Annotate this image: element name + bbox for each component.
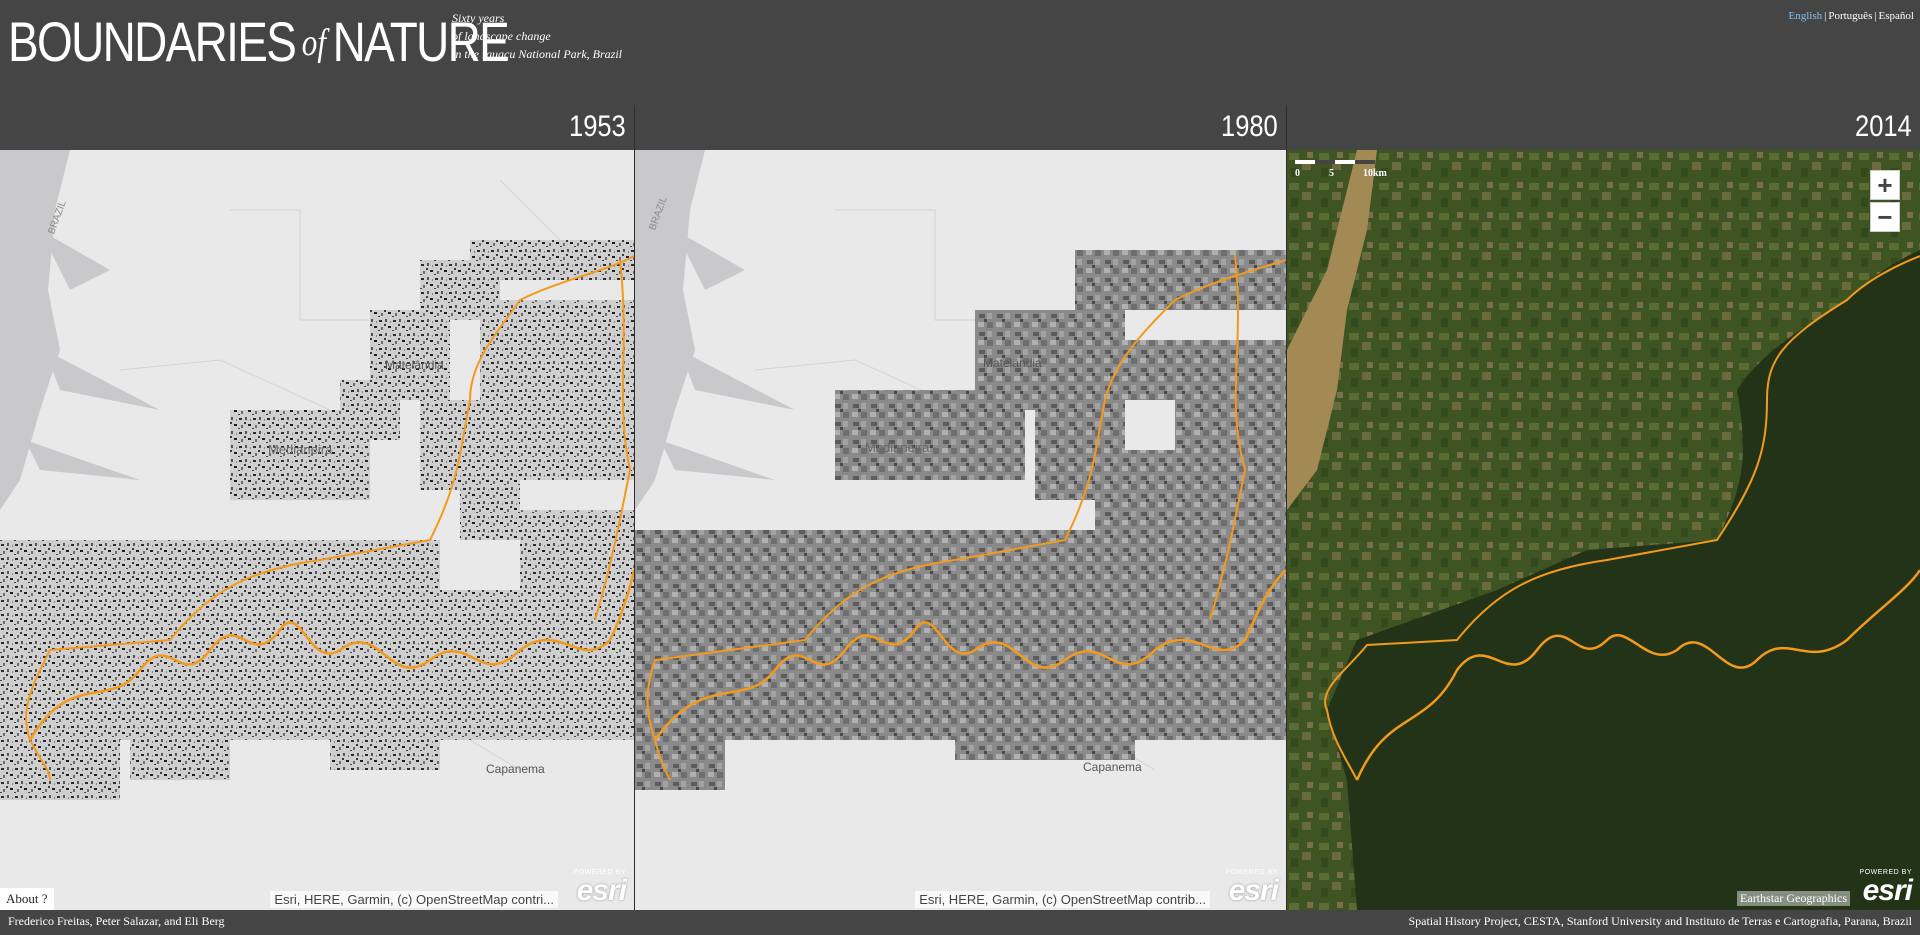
footer-credits: Spatial History Project, CESTA, Stanford… [1408,914,1912,928]
map-canvas-2014[interactable] [1287,150,1920,910]
year-header-1980: 1980 [635,105,1286,150]
esri-name: esri [576,874,627,907]
language-switcher: English | Português | Español [1789,10,1914,22]
language-separator: | [1824,10,1827,22]
esri-logo[interactable]: POWERED BY esri [574,869,627,907]
map-attribution: Esri, HERE, Garmin, (c) OpenStreetMap co… [915,891,1210,908]
scale-label: 10km [1363,168,1387,179]
scale-label: 0 [1295,168,1300,179]
map-canvas-1980[interactable] [635,150,1286,910]
year-label: 1953 [569,110,626,143]
language-link-portugues[interactable]: Português [1828,10,1872,22]
scale-label: 5 [1329,168,1334,179]
title-of: of [301,22,327,64]
about-button[interactable]: About ? [0,888,54,910]
aerial-mosaic-1953 [0,240,634,800]
year-header-1953: 1953 [0,105,634,150]
map-panel-1980[interactable]: Medianeira Matelândia Capanema BRAZIL Es… [635,150,1286,910]
language-link-english[interactable]: English [1789,10,1823,22]
year-label: 2014 [1855,110,1912,143]
map-canvas-1953[interactable] [0,150,634,910]
aerial-mosaic-1980 [635,250,1286,790]
subtitle-line: in the Iguaçu National Park, Brazil [452,47,622,61]
year-label: 1980 [1221,110,1278,143]
map-attribution: Esri, HERE, Garmin, (c) OpenStreetMap co… [270,891,558,908]
scale-bar: 0 5 10km [1295,158,1387,182]
place-label-medianeira: Medianeira [268,442,333,457]
place-label-medianeira: Medianeira [865,440,930,455]
site-subtitle: Sixty years of landscape change in the I… [452,9,622,63]
zoom-in-button[interactable]: + [1870,170,1900,200]
place-label-matelandia: Matelândia [385,358,444,372]
zoom-controls: + − [1870,170,1900,234]
place-label-capanema: Capanema [486,762,545,776]
site-footer: Frederico Freitas, Peter Salazar, and El… [0,910,1920,935]
site-title: BOUNDARIES of NATURE [8,8,510,77]
subtitle-line: Sixty years [452,11,505,25]
language-link-espanol[interactable]: Español [1879,10,1914,22]
esri-logo[interactable]: POWERED BY esri [1226,869,1279,907]
subtitle-line: of landscape change [452,29,551,43]
footer-authors: Frederico Freitas, Peter Salazar, and El… [8,914,225,928]
place-label-matelandia: Matelândia [983,356,1042,370]
place-label-capanema: Capanema [1083,760,1142,774]
zoom-out-button[interactable]: − [1870,202,1900,232]
language-separator: | [1874,10,1877,22]
map-panel-1953[interactable]: Medianeira Matelândia Capanema BRAZIL Ab… [0,150,634,910]
map-panel-2014[interactable]: 0 5 10km + − Earthstar Geographics POWER… [1287,150,1920,910]
title-part-boundaries: BOUNDARIES [8,10,297,73]
site-header: BOUNDARIES of NATURE Sixty years of landsc… [0,0,1920,105]
esri-name: esri [1228,874,1279,907]
esri-name: esri [1862,874,1913,907]
esri-logo[interactable]: POWERED BY esri [1860,869,1913,907]
imagery-attribution: Earthstar Geographics [1737,891,1850,906]
year-header-2014: 2014 [1287,105,1920,150]
scale-bar-ruler [1295,160,1375,164]
